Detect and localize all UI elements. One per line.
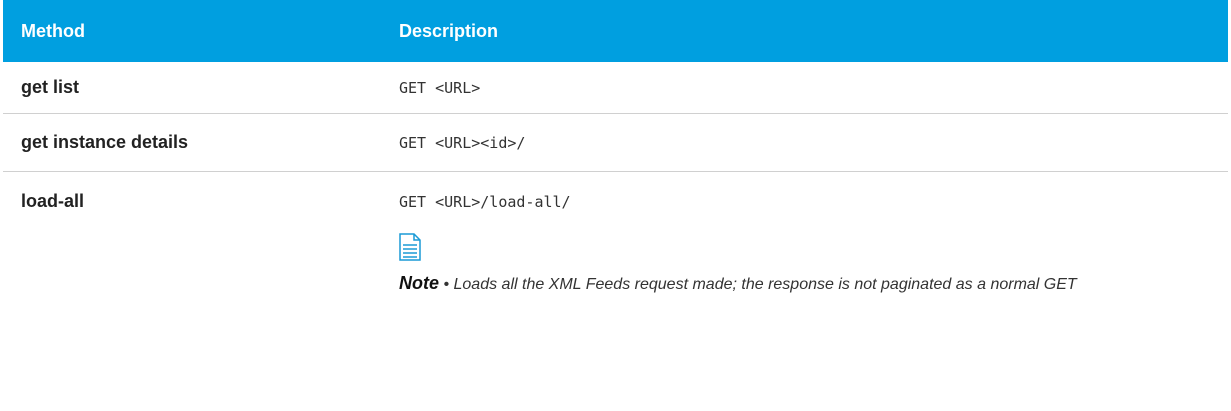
table-row: get list GET <URL> [3, 62, 1228, 114]
table-row: load-all GET <URL>/load-all/ Note • Load… [3, 172, 1228, 411]
header-description: Description [399, 20, 499, 41]
note-document-icon [399, 233, 421, 261]
note-label: Note [399, 273, 439, 293]
description-cell: GET <URL>/load-all/ Note • Loads all the… [377, 172, 1228, 299]
method-cell: get list [21, 77, 80, 97]
description-cell: GET <URL> [399, 78, 481, 97]
header-method: Method [21, 20, 85, 41]
method-cell: load-all [21, 191, 85, 211]
table-header: Method Description [3, 0, 1228, 62]
table-row: get instance details GET <URL><id>/ [3, 114, 1228, 172]
method-description-table: Method Description get list GET <URL> ge… [0, 0, 1231, 411]
method-cell: get instance details [21, 132, 189, 152]
description-text: GET <URL>/load-all/ [399, 193, 571, 211]
note-separator: • [439, 276, 454, 293]
note-text: Loads all the XML Feeds request made; th… [453, 276, 1077, 293]
description-cell: GET <URL><id>/ [399, 133, 526, 152]
note-block: Note • Loads all the XML Feeds request m… [399, 269, 1169, 299]
